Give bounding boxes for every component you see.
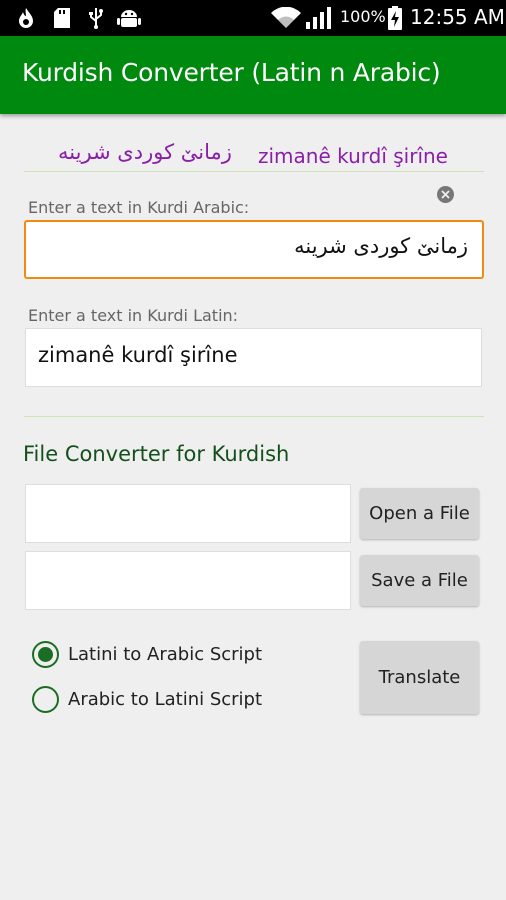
latin-text-field[interactable]: zimanê kurdî şirîne bbox=[25, 328, 482, 387]
open-file-button[interactable]: Open a File bbox=[360, 488, 479, 539]
save-file-button[interactable]: Save a File bbox=[360, 555, 479, 606]
signal-icon bbox=[304, 6, 336, 30]
radio-label: Latini to Arabic Script bbox=[68, 644, 263, 665]
status-bar: 100% 12:55 AM bbox=[0, 0, 506, 36]
wifi-icon bbox=[270, 6, 302, 30]
battery-charging-icon bbox=[386, 6, 404, 30]
clock: 12:55 AM bbox=[410, 5, 505, 29]
sd-card-icon bbox=[52, 6, 72, 30]
clear-icon[interactable] bbox=[437, 186, 454, 203]
usb-icon bbox=[86, 6, 106, 30]
radio-latin-to-arabic[interactable]: Latini to Arabic Script bbox=[32, 641, 262, 668]
arabic-text-value: زمانێ کوردی شرینە bbox=[294, 234, 468, 258]
radio-button-selected[interactable] bbox=[32, 641, 59, 668]
open-file-path-field[interactable] bbox=[25, 484, 351, 543]
app-bar: Kurdish Converter (Latin n Arabic) bbox=[0, 36, 506, 114]
flame-icon bbox=[16, 6, 36, 30]
latin-text-value: zimanê kurdî şirîne bbox=[38, 343, 238, 367]
app-title: Kurdish Converter (Latin n Arabic) bbox=[22, 58, 441, 87]
file-converter-title: File Converter for Kurdish bbox=[23, 442, 290, 466]
android-debug-icon bbox=[116, 6, 142, 30]
battery-percent: 100% bbox=[340, 7, 386, 26]
divider-top bbox=[24, 171, 484, 172]
save-file-path-field[interactable] bbox=[25, 551, 351, 610]
radio-button-unselected[interactable] bbox=[32, 686, 59, 713]
translate-button[interactable]: Translate bbox=[360, 641, 479, 714]
radio-label: Arabic to Latini Script bbox=[68, 689, 263, 710]
sample-arabic-text: زمانێ کوردی شرینە bbox=[58, 140, 232, 164]
divider-middle bbox=[24, 416, 484, 417]
arabic-input-label: Enter a text in Kurdi Arabic: bbox=[28, 198, 250, 217]
latin-input-label: Enter a text in Kurdi Latin: bbox=[28, 306, 239, 325]
arabic-text-field[interactable]: زمانێ کوردی شرینە bbox=[24, 220, 484, 279]
sample-latin-text: zimanê kurdî şirîne bbox=[258, 144, 448, 168]
radio-arabic-to-latin[interactable]: Arabic to Latini Script bbox=[32, 686, 262, 713]
